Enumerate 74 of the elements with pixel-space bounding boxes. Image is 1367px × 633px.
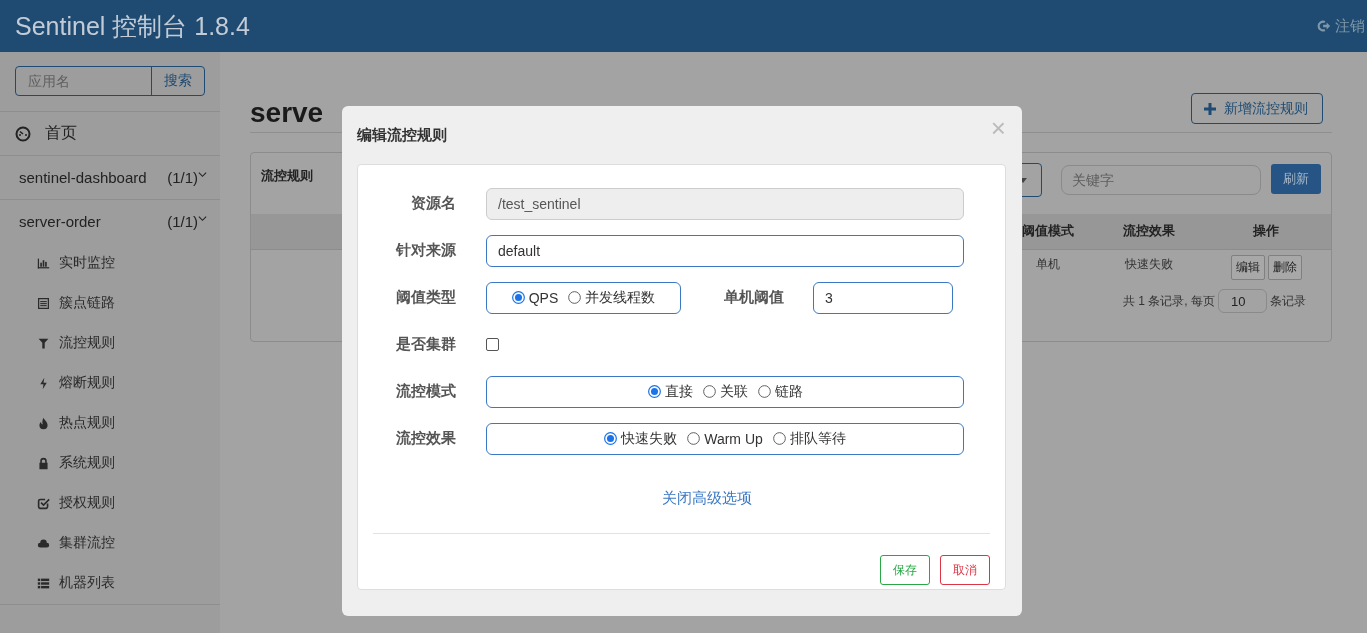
radio-label: 链路 [774,382,803,401]
column-header: 流控效果 [1122,223,1175,240]
list-icon [37,576,50,590]
row-action-button[interactable]: 编辑 [1230,255,1265,280]
menu-item[interactable]: 机器列表 [0,563,220,603]
field-label: 资源名 [410,194,456,213]
radio-label: 关联 [719,382,748,401]
menu-item[interactable]: 实时监控 [0,243,220,283]
column-header: 阈值模式 [1021,223,1074,240]
radio-button[interactable] [772,432,786,445]
field-label: 流控模式 [395,382,456,401]
field-label: 单机阈值 [724,288,784,307]
keyword-field[interactable]: 关键字 [1061,165,1261,195]
field-label: 阈值类型 [395,288,456,307]
plus-icon [1204,102,1216,115]
cancel-button[interactable]: 取消 [940,555,990,585]
radio-label: 排队等待 [789,429,846,448]
home-item[interactable]: 首页 [0,112,220,156]
pager-text: 共 1 条记录, 每页 [1123,292,1215,310]
page-size-field[interactable]: 10 [1218,289,1267,313]
radio-label: 快速失败 [621,429,678,448]
table-cell: 单机 [1035,256,1060,273]
panel-title: 流控规则 [261,168,314,185]
bar-chart-icon [37,256,50,270]
gauge-icon [15,125,31,142]
menu-item[interactable]: 簇点链路 [0,283,220,323]
list-icon [37,296,50,310]
flame-icon [37,416,50,430]
app-title: Sentinel 控制台 1.8.4 [15,10,250,42]
radio-button[interactable] [568,291,582,304]
radio-label: 并发线程数 [585,288,656,307]
pager-text: 条记录 [1270,292,1306,310]
page-title: serve [250,97,324,129]
checkbox[interactable] [486,338,499,351]
app-item[interactable]: sentinel-dashboard (1/1) [0,156,220,199]
lock-icon [37,456,50,470]
threshold-field[interactable]: 3 [813,281,953,314]
chevron-down-icon [198,170,207,179]
app-search-field[interactable]: 应用名 搜索 [15,66,205,96]
radio-button[interactable] [702,385,716,398]
app-item[interactable]: server-order (1/1) [0,200,220,243]
logout-icon [1317,19,1331,33]
save-button[interactable]: 保存 [880,555,930,585]
radio-button[interactable] [511,291,525,304]
radio-label: Warm Up [704,430,763,447]
menu-item[interactable]: 授权规则 [0,483,220,523]
dialog-title: 编辑流控规则 [357,125,447,145]
radio-button[interactable] [647,385,661,398]
field-label: 针对来源 [394,241,456,260]
table-cell: 快速失败 [1124,256,1173,273]
menu-item[interactable]: 热点规则 [0,403,220,443]
menu-item[interactable]: 集群流控 [0,523,220,563]
menu-item[interactable]: 熔断规则 [0,363,220,403]
text-field[interactable]: default [486,234,964,267]
radio-button[interactable] [687,432,701,445]
logout-link[interactable]: 注销 [1317,16,1367,36]
checkbox-icon [37,496,50,510]
column-header: 操作 [1253,223,1279,240]
radio-button[interactable] [604,432,618,445]
radio-label: 直接 [664,382,693,401]
add-rule-button[interactable]: 新增流控规则 [1191,93,1323,124]
radio-label: QPS [528,289,559,306]
refresh-button[interactable]: 刷新 [1271,164,1321,194]
row-action-button[interactable]: 删除 [1267,255,1302,280]
radio-button[interactable] [757,385,771,398]
menu-item[interactable]: 系统规则 [0,443,220,483]
field-label: 流控效果 [395,429,456,448]
menu-item[interactable]: 流控规则 [0,323,220,363]
search-button[interactable]: 搜索 [151,67,204,95]
funnel-icon [37,336,50,350]
cloud-icon [37,536,50,550]
advanced-options-link[interactable]: 关闭高级选项 [661,489,752,508]
field-label: 是否集群 [395,335,456,354]
chevron-down-icon [198,214,207,223]
